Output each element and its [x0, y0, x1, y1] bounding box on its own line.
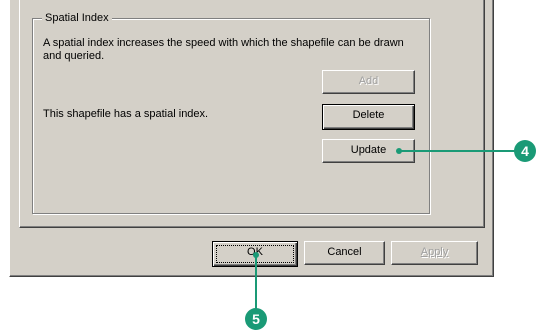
delete-button[interactable]: Delete: [322, 104, 415, 130]
callout-5-anchor-dot: [253, 252, 259, 258]
apply-button-label: Apply: [420, 246, 449, 258]
delete-button-label: Delete: [352, 109, 385, 121]
spatial-index-description: A spatial index increases the speed with…: [43, 37, 404, 62]
update-button-label: Update: [350, 144, 387, 156]
callout-4-badge: 4: [514, 140, 536, 162]
callout-4-anchor-dot: [396, 148, 402, 154]
callout-5-badge: 5: [245, 308, 267, 330]
add-button[interactable]: Add: [322, 70, 415, 94]
add-button-label: Add: [358, 75, 379, 87]
callout-4-leader-line: [398, 150, 518, 152]
spatial-index-title: Spatial Index: [42, 11, 112, 25]
cancel-button-label: Cancel: [327, 246, 362, 258]
cancel-button[interactable]: Cancel: [304, 241, 385, 265]
callout-5-leader-line: [255, 254, 257, 314]
spatial-index-status: This shapefile has a spatial index.: [43, 108, 209, 120]
apply-button[interactable]: Apply: [391, 241, 478, 265]
